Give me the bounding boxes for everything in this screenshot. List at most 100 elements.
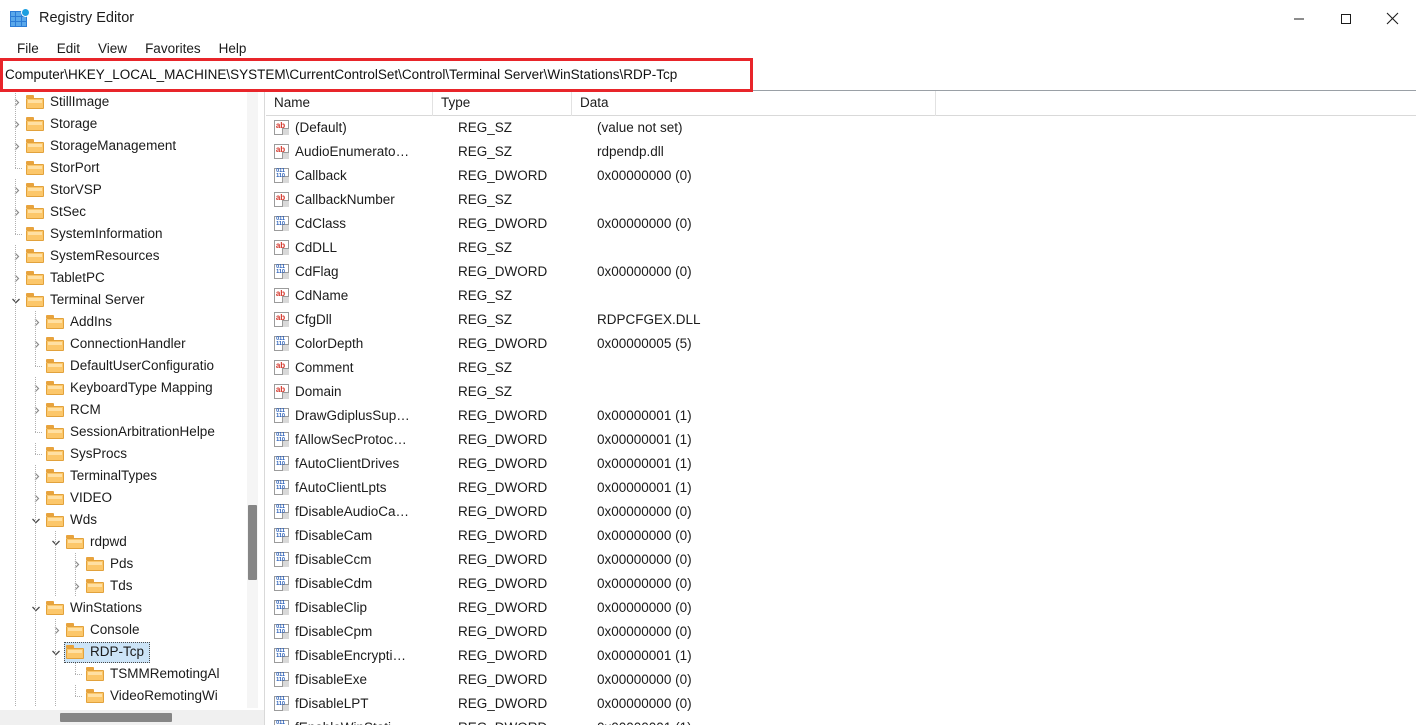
value-row[interactable]: 011 110fDisableCamREG_DWORD0x00000000 (0… — [266, 524, 1416, 548]
tree-item-content[interactable]: VideoRemotingWi — [84, 686, 224, 707]
tree-item-content[interactable]: VIDEO — [44, 488, 118, 509]
tree-item-addins[interactable]: AddIns — [0, 311, 248, 333]
tree-item-stillimage[interactable]: StillImage — [0, 91, 248, 113]
tree-item-video[interactable]: VIDEO — [0, 487, 248, 509]
tree-item-content[interactable]: Terminal Server — [24, 290, 151, 311]
tree-item-keyboardtype-mapping[interactable]: KeyboardType Mapping — [0, 377, 248, 399]
chevron-right-icon[interactable] — [68, 553, 84, 575]
tree-item-console[interactable]: Console — [0, 619, 248, 641]
menu-item-view[interactable]: View — [89, 40, 136, 58]
chevron-down-icon[interactable] — [8, 289, 24, 311]
registry-values-panel[interactable]: Name Type Data ab(Default)REG_SZ(value n… — [266, 91, 1416, 725]
close-button[interactable] — [1369, 0, 1416, 37]
tree-item-sessionarbitrationhelpe[interactable]: SessionArbitrationHelpe — [0, 421, 248, 443]
value-row[interactable]: 011 110fAutoClientDrivesREG_DWORD0x00000… — [266, 452, 1416, 476]
tree-horizontal-scrollbar[interactable] — [0, 710, 265, 725]
value-row[interactable]: 011 110fDisableCdmREG_DWORD0x00000000 (0… — [266, 572, 1416, 596]
tree-item-content[interactable]: SysProcs — [44, 444, 133, 465]
column-header-data[interactable]: Data — [571, 91, 935, 116]
chevron-right-icon[interactable] — [8, 113, 24, 135]
value-row[interactable]: abCdNameREG_SZ — [266, 284, 1416, 308]
tree-item-content[interactable]: TSMMRemotingAl — [84, 664, 226, 685]
value-row[interactable]: 011 110CdClassREG_DWORD0x00000000 (0) — [266, 212, 1416, 236]
chevron-right-icon[interactable] — [8, 91, 24, 113]
tree-item-content[interactable]: Storage — [24, 114, 103, 135]
tree-item-tsmmremotingal[interactable]: TSMMRemotingAl — [0, 663, 248, 685]
chevron-right-icon[interactable] — [8, 135, 24, 157]
tree-item-content[interactable]: WinStations — [44, 598, 148, 619]
chevron-down-icon[interactable] — [48, 531, 64, 553]
chevron-right-icon[interactable] — [48, 619, 64, 641]
value-row[interactable]: 011 110fAllowSecProtoc…REG_DWORD0x000000… — [266, 428, 1416, 452]
tree-item-stsec[interactable]: StSec — [0, 201, 248, 223]
value-row[interactable]: 011 110fDisableEncrypti…REG_DWORD0x00000… — [266, 644, 1416, 668]
tree-vertical-scrollbar-thumb[interactable] — [248, 505, 257, 580]
tree-item-content[interactable]: StillImage — [24, 92, 115, 113]
value-row[interactable]: 011 110fAutoClientLptsREG_DWORD0x0000000… — [266, 476, 1416, 500]
tree-item-content[interactable]: SessionArbitrationHelpe — [44, 422, 221, 443]
chevron-right-icon[interactable] — [28, 465, 44, 487]
value-row[interactable]: abCfgDllREG_SZRDPCFGEX.DLL — [266, 308, 1416, 332]
tree-item-content[interactable]: TabletPC — [24, 268, 111, 289]
tree-item-content[interactable]: StSec — [24, 202, 92, 223]
value-row[interactable]: 011 110DrawGdiplusSup…REG_DWORD0x0000000… — [266, 404, 1416, 428]
tree-item-systemresources[interactable]: SystemResources — [0, 245, 248, 267]
chevron-right-icon[interactable] — [8, 201, 24, 223]
tree-item-terminaltypes[interactable]: TerminalTypes — [0, 465, 248, 487]
value-row[interactable]: abCommentREG_SZ — [266, 356, 1416, 380]
menu-item-edit[interactable]: Edit — [48, 40, 89, 58]
chevron-right-icon[interactable] — [28, 377, 44, 399]
tree-item-rcm[interactable]: RCM — [0, 399, 248, 421]
value-row[interactable]: ab(Default)REG_SZ(value not set) — [266, 116, 1416, 140]
tree-item-sysprocs[interactable]: SysProcs — [0, 443, 248, 465]
value-row[interactable]: abDomainREG_SZ — [266, 380, 1416, 404]
menu-item-help[interactable]: Help — [210, 40, 256, 58]
value-row[interactable]: 011 110fDisableAudioCa…REG_DWORD0x000000… — [266, 500, 1416, 524]
tree-item-content[interactable]: Pds — [84, 554, 139, 575]
tree-item-systeminformation[interactable]: SystemInformation — [0, 223, 248, 245]
chevron-right-icon[interactable] — [28, 487, 44, 509]
value-row[interactable]: 011 110fDisableCpmREG_DWORD0x00000000 (0… — [266, 620, 1416, 644]
value-row[interactable]: abAudioEnumerato…REG_SZrdpendp.dll — [266, 140, 1416, 164]
tree-item-tabletpc[interactable]: TabletPC — [0, 267, 248, 289]
chevron-right-icon[interactable] — [8, 179, 24, 201]
value-row[interactable]: 011 110fDisableLPTREG_DWORD0x00000000 (0… — [266, 692, 1416, 716]
chevron-down-icon[interactable] — [28, 597, 44, 619]
registry-tree[interactable]: StillImageStorageStorageManagementStorPo… — [0, 91, 248, 708]
tree-item-pds[interactable]: Pds — [0, 553, 248, 575]
menu-item-file[interactable]: File — [8, 40, 48, 58]
tree-item-content[interactable]: Wds — [44, 510, 103, 531]
column-header-name[interactable]: Name — [266, 91, 432, 116]
tree-item-terminal-server[interactable]: Terminal Server — [0, 289, 248, 311]
tree-item-content[interactable]: KeyboardType Mapping — [44, 378, 219, 399]
tree-item-tds[interactable]: Tds — [0, 575, 248, 597]
registry-tree-panel[interactable]: StillImageStorageStorageManagementStorPo… — [0, 91, 265, 725]
tree-item-videoremotingwi[interactable]: VideoRemotingWi — [0, 685, 248, 707]
chevron-down-icon[interactable] — [48, 641, 64, 663]
tree-item-defaultuserconfiguratio[interactable]: DefaultUserConfiguratio — [0, 355, 248, 377]
values-list[interactable]: ab(Default)REG_SZ(value not set)abAudioE… — [266, 116, 1416, 725]
value-row[interactable]: 011 110fDisableCcmREG_DWORD0x00000000 (0… — [266, 548, 1416, 572]
value-row[interactable]: 011 110fEnableWinStati…REG_DWORD0x000000… — [266, 716, 1416, 725]
tree-item-storport[interactable]: StorPort — [0, 157, 248, 179]
value-row[interactable]: 011 110ColorDepthREG_DWORD0x00000005 (5) — [266, 332, 1416, 356]
tree-item-content[interactable]: AddIns — [44, 312, 118, 333]
tree-item-content[interactable]: rdpwd — [64, 532, 133, 553]
column-header-type[interactable]: Type — [432, 91, 571, 116]
chevron-right-icon[interactable] — [8, 245, 24, 267]
tree-item-content[interactable]: RDP-Tcp — [64, 642, 150, 663]
tree-item-content[interactable]: DefaultUserConfiguratio — [44, 356, 220, 377]
chevron-right-icon[interactable] — [28, 399, 44, 421]
tree-item-storagemanagement[interactable]: StorageManagement — [0, 135, 248, 157]
tree-item-content[interactable]: StorPort — [24, 158, 106, 179]
chevron-right-icon[interactable] — [28, 333, 44, 355]
tree-item-content[interactable]: Console — [64, 620, 146, 641]
value-row[interactable]: abCallbackNumberREG_SZ — [266, 188, 1416, 212]
tree-item-content[interactable]: TerminalTypes — [44, 466, 163, 487]
address-bar[interactable]: Computer\HKEY_LOCAL_MACHINE\SYSTEM\Curre… — [0, 60, 1416, 91]
tree-item-content[interactable]: SystemResources — [24, 246, 166, 267]
tree-item-connectionhandler[interactable]: ConnectionHandler — [0, 333, 248, 355]
tree-item-content[interactable]: ConnectionHandler — [44, 334, 192, 355]
value-row[interactable]: 011 110fDisableExeREG_DWORD0x00000000 (0… — [266, 668, 1416, 692]
chevron-right-icon[interactable] — [68, 575, 84, 597]
